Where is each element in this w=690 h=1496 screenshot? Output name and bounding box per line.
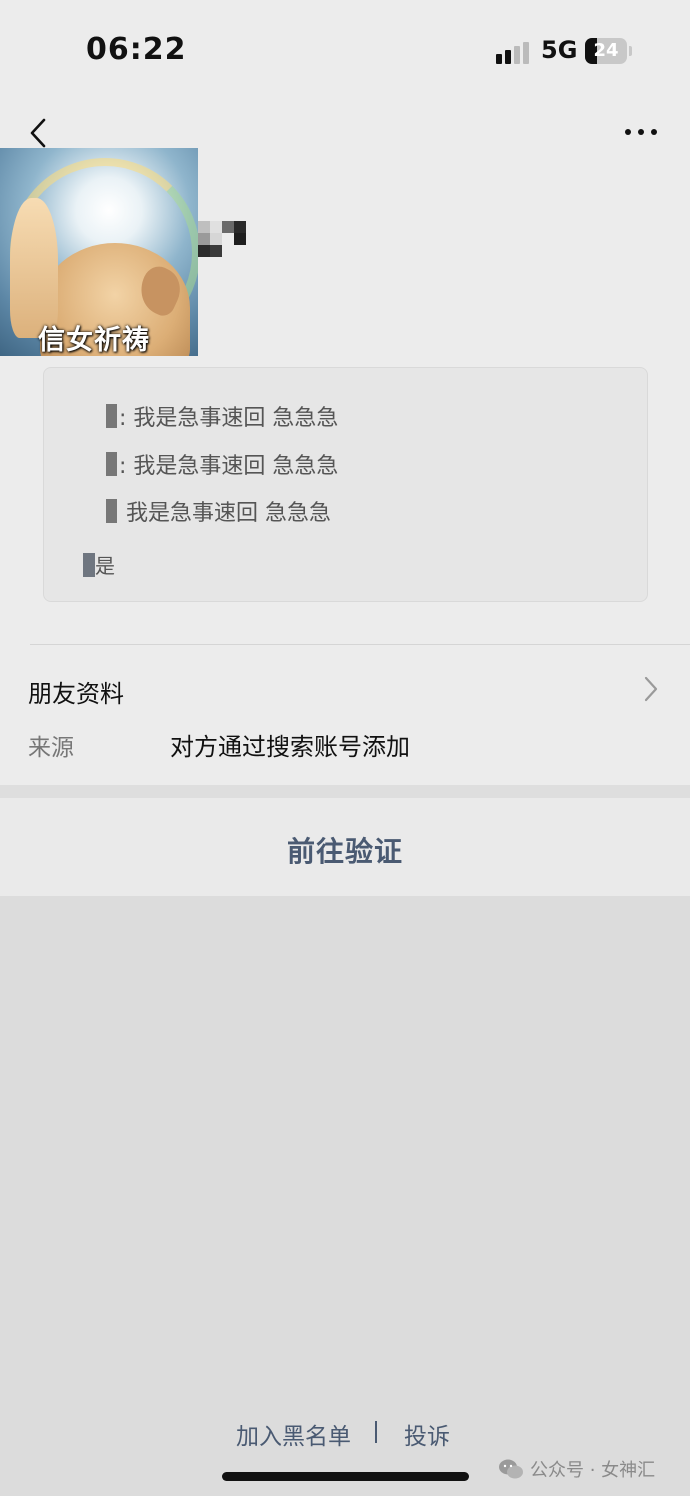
nickname-redacted	[198, 221, 246, 257]
source-value: 对方通过搜索账号添加	[170, 733, 410, 761]
redacted-mark	[106, 404, 117, 428]
redacted-mark	[83, 552, 95, 577]
greeting-message-tail: 是	[83, 550, 115, 578]
greeting-message-line: : 我是急事速回 急急急	[106, 400, 338, 432]
redacted-mark	[106, 499, 117, 523]
source-label: 来源	[28, 735, 74, 761]
status-time: 06:22	[86, 32, 187, 67]
redacted-mark	[106, 452, 117, 476]
signal-icon	[496, 40, 530, 64]
contact-verify-screen: 06:22 5G 24 信女祈祷: 我是急事速回 急急急: 我是急事速回 急…	[0, 0, 690, 1496]
battery-level: 24	[593, 40, 619, 61]
empty-area	[0, 896, 690, 1496]
wechat-icon	[498, 1458, 524, 1480]
report-link[interactable]: 投诉	[404, 1417, 450, 1451]
section-gap	[0, 785, 690, 798]
status-bar: 06:22 5G 24	[0, 0, 690, 100]
add-to-blacklist-link[interactable]: 加入黑名单	[236, 1417, 351, 1451]
network-type: 5G	[541, 36, 578, 64]
links-separator	[375, 1421, 377, 1443]
battery-icon: 24	[585, 38, 627, 64]
avatar-caption: 信女祈祷	[38, 325, 150, 356]
greeting-message-line: 我是急事速回 急急急	[106, 495, 331, 527]
friend-info-row[interactable]: 朋友资料	[0, 660, 690, 716]
friend-info-label: 朋友资料	[28, 680, 124, 708]
avatar[interactable]: 信女祈祷	[0, 148, 198, 356]
home-indicator[interactable]	[222, 1472, 469, 1481]
bottom-links: 加入黑名单 投诉	[0, 1417, 690, 1451]
chevron-right-icon	[640, 674, 662, 704]
divider	[30, 644, 690, 645]
go-verify-label: 前往验证	[286, 835, 403, 868]
battery-tip	[629, 46, 632, 56]
more-icon[interactable]	[622, 122, 662, 142]
watermark-text: 公众号 · 女神汇	[530, 1460, 656, 1481]
greeting-message-line: : 我是急事速回 急急急	[106, 448, 338, 480]
greeting-message-box: : 我是急事速回 急急急 : 我是急事速回 急急急 我是急事速回 急急急 是	[43, 367, 648, 602]
go-verify-button[interactable]: 前往验证	[0, 798, 690, 896]
profile-panel: 06:22 5G 24 信女祈祷: 我是急事速回 急急急: 我是急事速回 急…	[0, 0, 690, 785]
avatar-cat-paw	[10, 198, 58, 338]
